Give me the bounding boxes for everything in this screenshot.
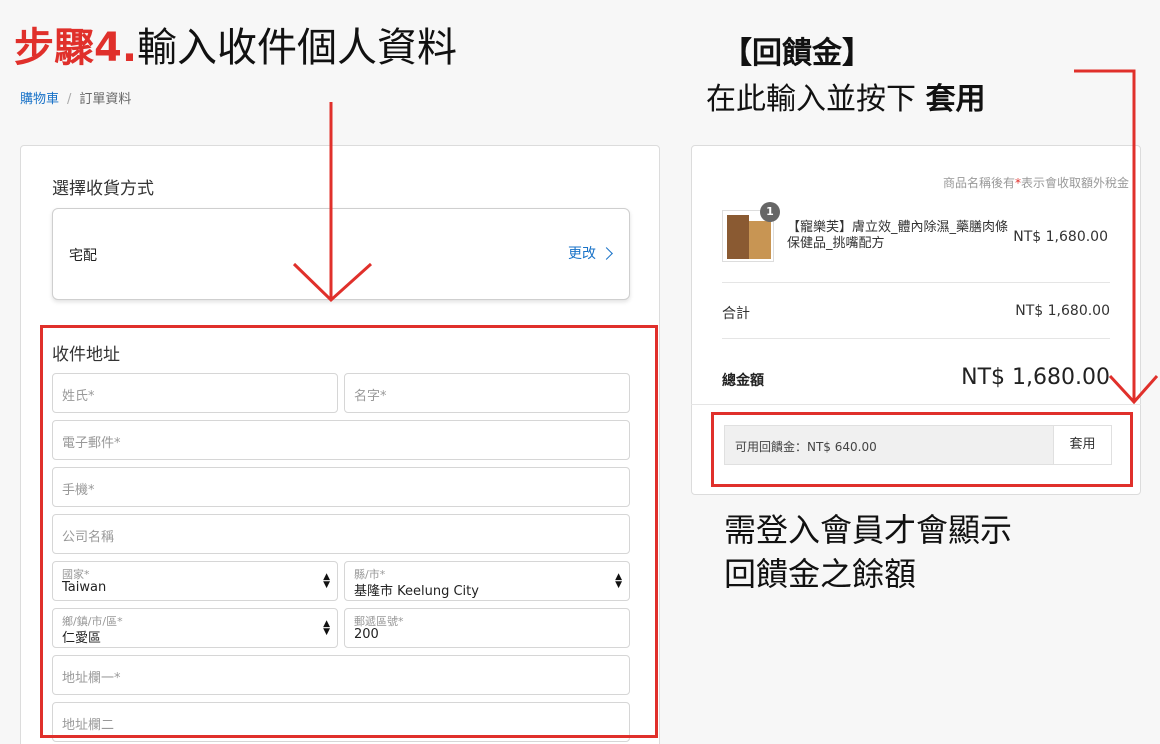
- annotation-arrows: [292, 69, 1159, 405]
- rebate-arrow-icon: [1074, 69, 1159, 405]
- address-arrow-icon: [292, 102, 373, 303]
